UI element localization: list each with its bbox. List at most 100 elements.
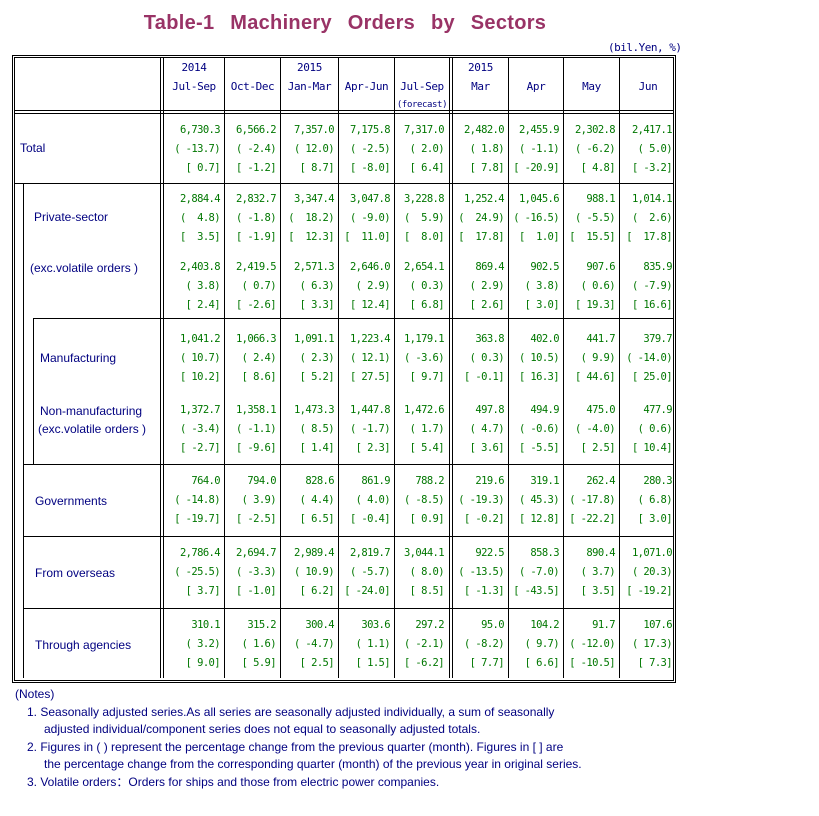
change-prev-year: [ 3.5] xyxy=(580,585,616,597)
change-prev-period: ( 4.7) xyxy=(469,423,505,435)
change-prev-year: [ 16.3] xyxy=(518,371,560,383)
change-prev-period: ( 3.9) xyxy=(241,494,277,506)
order-value: 1,472.6 xyxy=(403,404,445,416)
order-value: 477.9 xyxy=(643,404,672,416)
note-2-line-1: 2. Figures in ( ) represent the percenta… xyxy=(27,739,564,754)
change-prev-year: [ 17.8] xyxy=(626,231,672,243)
change-prev-year: [ 11.0] xyxy=(344,231,390,243)
order-value: 764.0 xyxy=(191,475,220,487)
note-3-line-1: 3. Volatile orders：Orders for ships and … xyxy=(27,774,440,789)
column-period: Apr-Jun xyxy=(344,80,389,93)
order-value: 3,228.8 xyxy=(403,193,445,205)
order-value: 441.7 xyxy=(586,333,615,345)
note-1-line-1: 1. Seasonally adjusted series.As all ser… xyxy=(27,704,555,719)
order-value: 95.0 xyxy=(481,619,504,631)
notes: (Notes) 1. Seasonally adjusted series.As… xyxy=(15,686,582,791)
row-label: Non-manufacturing xyxy=(40,404,143,418)
order-value: 3,347.4 xyxy=(293,193,335,205)
order-value: 2,419.5 xyxy=(235,261,277,273)
change-prev-period: ( 17.3) xyxy=(631,638,673,650)
column-year: 2015 xyxy=(297,61,322,74)
change-prev-year: [ 8.0] xyxy=(403,231,445,243)
change-prev-year: [ -0.4] xyxy=(349,513,391,525)
order-value: 922.5 xyxy=(475,547,504,559)
change-prev-period: ( 24.9) xyxy=(458,212,504,224)
change-prev-period: ( -2.4) xyxy=(235,143,277,155)
change-prev-year: [ 9.0] xyxy=(185,657,221,669)
change-prev-year: [ 12.3] xyxy=(288,231,334,243)
row-label: Manufacturing xyxy=(40,351,117,365)
change-prev-year: [ 5.2] xyxy=(299,371,335,383)
change-prev-year: [ -9.6] xyxy=(235,442,277,454)
change-prev-period: ( -14.8) xyxy=(174,494,220,506)
column-year xyxy=(225,58,280,77)
change-prev-period: ( 0.3) xyxy=(469,352,505,364)
order-value: 988.1 xyxy=(586,193,615,205)
change-prev-period: ( 2.3) xyxy=(299,352,335,364)
change-prev-period: ( -12.0) xyxy=(569,638,615,650)
column-year xyxy=(564,58,619,77)
column-header: Jul-Sep (forecast) xyxy=(395,58,449,112)
change-prev-period: ( 4.0) xyxy=(355,494,391,506)
row-label: Through agencies xyxy=(35,638,132,652)
label-column-divider xyxy=(160,57,161,678)
change-prev-period: ( 0.6) xyxy=(580,280,616,292)
column-divider xyxy=(280,57,281,678)
note-2-line-2: the percentage change from the correspon… xyxy=(44,757,582,771)
indent-line xyxy=(23,183,24,678)
order-value: 262.4 xyxy=(586,475,615,487)
change-prev-year: [ 6.8] xyxy=(409,299,445,311)
column-period: Oct-Dec xyxy=(230,80,275,93)
change-prev-period: ( -2.5) xyxy=(349,143,391,155)
column-period: Jun xyxy=(638,80,658,93)
column-period: Jan-Mar xyxy=(287,80,332,93)
column-header: 2015 Jan-Mar xyxy=(281,58,338,96)
order-value: 2,694.7 xyxy=(235,547,277,559)
order-value: 1,358.1 xyxy=(235,404,277,416)
order-value: 2,571.3 xyxy=(293,261,335,273)
change-prev-year: [ 19.3] xyxy=(574,299,616,311)
change-prev-year: [ -3.2] xyxy=(631,162,673,174)
change-prev-year: [ -19.2] xyxy=(626,585,672,597)
order-value: 1,473.3 xyxy=(293,404,335,416)
indent-line xyxy=(33,318,34,464)
column-period: Mar xyxy=(471,80,490,93)
change-prev-year: [ -43.5] xyxy=(513,585,559,597)
change-prev-period: ( -14.0) xyxy=(626,352,672,364)
order-value: 319.1 xyxy=(530,475,559,487)
change-prev-year: [ 8.6] xyxy=(241,371,277,383)
change-prev-year: [ -1.0] xyxy=(235,585,277,597)
change-prev-period: ( -1.1) xyxy=(518,143,560,155)
order-value: 2,884.4 xyxy=(179,193,221,205)
change-prev-year: [ 0.7] xyxy=(185,162,221,174)
change-prev-period: ( 8.5) xyxy=(299,423,335,435)
order-value: 869.4 xyxy=(475,261,504,273)
change-prev-period: ( 0.3) xyxy=(409,280,445,292)
order-value: 902.5 xyxy=(530,261,559,273)
order-value: 907.6 xyxy=(586,261,615,273)
row-divider xyxy=(23,536,674,537)
change-prev-year: [ 12.4] xyxy=(349,299,391,311)
change-prev-period: ( 1.6) xyxy=(241,638,277,650)
change-prev-year: [ -5.5] xyxy=(518,442,560,454)
change-prev-year: [ 25.0] xyxy=(631,371,673,383)
change-prev-year: [ 6.4] xyxy=(409,162,445,174)
change-prev-year: [ -22.2] xyxy=(569,513,615,525)
change-prev-period: ( -3.3) xyxy=(235,566,277,578)
change-prev-period: ( 2.0) xyxy=(409,143,445,155)
change-prev-period: ( -9.0) xyxy=(349,212,391,224)
change-prev-period: ( 8.0) xyxy=(409,566,445,578)
change-prev-period: ( -13.7) xyxy=(174,143,220,155)
change-prev-year: [ 10.4] xyxy=(631,442,673,454)
order-value: 497.8 xyxy=(475,404,504,416)
change-prev-year: [ -1.2] xyxy=(235,162,277,174)
change-prev-year: [ 1.4] xyxy=(299,442,335,454)
change-prev-year: [ 6.6] xyxy=(524,657,560,669)
order-value: 794.0 xyxy=(247,475,276,487)
row-label: Total xyxy=(20,141,46,155)
order-value: 219.6 xyxy=(475,475,504,487)
order-value: 1,447.8 xyxy=(349,404,391,416)
change-prev-year: [ 2.3] xyxy=(355,442,391,454)
column-header: 2015 Mar xyxy=(453,58,508,96)
order-value: 1,252.4 xyxy=(463,193,505,205)
